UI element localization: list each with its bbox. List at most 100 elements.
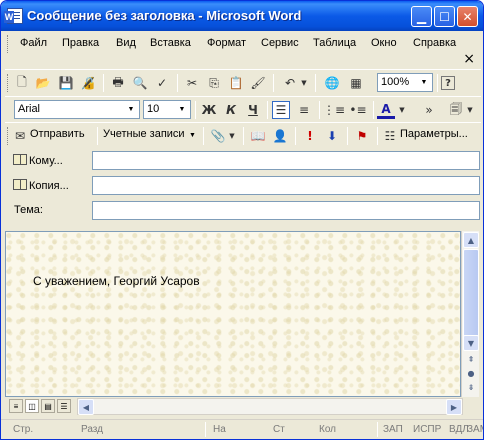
to-input[interactable] <box>92 151 480 170</box>
options-icon[interactable]: ☷ <box>383 127 397 145</box>
scroll-thumb[interactable] <box>463 249 479 349</box>
options-button[interactable]: Параметры... <box>400 128 468 140</box>
status-ovr[interactable]: ЗАМ <box>467 424 483 435</box>
subject-input[interactable] <box>92 201 480 220</box>
undo-icon[interactable]: ↶ <box>281 74 299 92</box>
menu-help[interactable]: Справка <box>413 37 456 49</box>
toolbar-options-icon[interactable]: » <box>423 101 435 119</box>
font-color-icon[interactable]: A <box>377 101 395 119</box>
maximize-button[interactable]: ☐ <box>434 6 455 27</box>
check-names-icon[interactable]: 👤 <box>271 127 289 145</box>
menu-tools[interactable]: Сервис <box>261 37 299 49</box>
high-importance-icon[interactable]: ! <box>301 127 319 145</box>
close-button[interactable]: ✕ <box>457 6 478 27</box>
font-size-dropdown-icon[interactable]: ▼ <box>175 102 189 117</box>
outline-view-icon[interactable]: ☰ <box>57 399 71 413</box>
underline-button[interactable]: Ч <box>244 101 262 119</box>
print-icon[interactable]: 🖶 <box>109 74 127 92</box>
copy-icon[interactable]: ⎘ <box>205 74 223 92</box>
cc-input[interactable] <box>92 176 480 195</box>
to-field-row: Кому... <box>5 149 481 173</box>
address-book-icon <box>13 179 27 190</box>
scroll-down-icon[interactable]: ▼ <box>463 335 479 351</box>
word-app-icon[interactable] <box>4 8 23 24</box>
format-painter-icon[interactable]: 🖌 <box>249 74 267 92</box>
menu-format[interactable]: Формат <box>207 37 246 49</box>
paste-icon[interactable]: 📋 <box>227 74 245 92</box>
status-ext[interactable]: ВДЛ <box>449 424 469 435</box>
low-importance-icon[interactable]: ⬇ <box>323 127 341 145</box>
cc-label-button[interactable]: Копия... <box>13 179 69 192</box>
cut-icon[interactable]: ✂ <box>183 74 201 92</box>
menu-table[interactable]: Таблица <box>313 37 356 49</box>
bold-button[interactable]: Ж <box>200 101 218 119</box>
vertical-scrollbar[interactable]: ▲ ▼ ⇞ ● ⇟ <box>461 231 479 397</box>
hyperlink-icon[interactable]: 🌐 <box>323 74 341 92</box>
menu-insert[interactable]: Вставка <box>150 37 191 49</box>
word-window: Сообщение без заголовка - Microsoft Word… <box>0 0 484 440</box>
font-dropdown-icon[interactable]: ▼ <box>124 102 138 117</box>
zoom-select[interactable]: 100% ▼ <box>377 73 433 92</box>
menu-window[interactable]: Окно <box>371 37 397 49</box>
save-icon[interactable]: 💾 <box>57 74 75 92</box>
status-rec[interactable]: ЗАП <box>383 424 403 435</box>
spelling-icon[interactable]: ✓ <box>153 74 171 92</box>
email-toolbar-grip[interactable] <box>7 127 10 145</box>
to-label-button[interactable]: Кому... <box>13 154 63 167</box>
font-size-select[interactable]: 10 ▼ <box>143 100 191 119</box>
cc-field-row: Копия... <box>5 174 481 198</box>
menu-file[interactable]: Файл <box>20 37 47 49</box>
new-document-icon[interactable]: 🗋 <box>13 74 31 92</box>
help-icon[interactable]: ? <box>441 76 455 90</box>
bulleted-list-icon[interactable]: •≡ <box>349 101 367 119</box>
toolbar-separator <box>195 101 196 119</box>
menu-view[interactable]: Вид <box>116 37 136 49</box>
signature-text[interactable]: С уважением, Георгий Усаров <box>33 274 200 288</box>
scroll-up-icon[interactable]: ▲ <box>463 232 479 248</box>
numbered-list-icon[interactable]: ⋮≡ <box>323 101 345 119</box>
toolbar-separator <box>267 101 268 119</box>
italic-button[interactable]: К <box>222 101 240 119</box>
window-title: Сообщение без заголовка - Microsoft Word <box>27 8 302 23</box>
document-close-icon[interactable]: × <box>463 51 475 67</box>
menu-edit[interactable]: Правка <box>62 37 99 49</box>
font-select[interactable]: Arial ▼ <box>14 100 140 119</box>
styles-dropdown-icon[interactable]: ▼ <box>465 101 475 119</box>
standard-toolbar-grip[interactable] <box>7 74 10 92</box>
title-bar[interactable]: Сообщение без заголовка - Microsoft Word… <box>1 1 483 31</box>
horizontal-scrollbar[interactable]: ◀ ▶ <box>77 398 463 415</box>
attach-dropdown-icon[interactable]: ▼ <box>227 127 237 145</box>
subject-field-row: Тема: <box>5 199 481 223</box>
toolbar-separator <box>295 127 296 145</box>
minimize-button[interactable]: ▁ <box>411 6 432 27</box>
align-center-icon[interactable]: ≡ <box>295 101 313 119</box>
permission-icon[interactable]: 🔏 <box>79 74 97 92</box>
styles-icon[interactable]: 🗐 <box>447 101 465 119</box>
status-section: Разд <box>81 424 103 435</box>
accounts-dropdown-icon[interactable]: ▼ <box>189 132 196 139</box>
open-folder-icon[interactable]: 📂 <box>34 74 52 92</box>
web-layout-view-icon[interactable]: ◫ <box>25 399 39 413</box>
toolbar-separator <box>373 101 374 119</box>
insert-table-icon[interactable]: ▦ <box>347 74 365 92</box>
align-left-icon[interactable]: ☰ <box>272 101 290 119</box>
scroll-left-icon[interactable]: ◀ <box>78 399 94 415</box>
print-layout-view-icon[interactable]: ▤ <box>41 399 55 413</box>
send-button[interactable]: Отправить <box>30 128 85 140</box>
scroll-right-icon[interactable]: ▶ <box>446 399 462 415</box>
follow-up-flag-icon[interactable]: ⚑ <box>353 127 371 145</box>
toolbar-separator <box>377 127 378 145</box>
status-trk[interactable]: ИСПР <box>413 424 441 435</box>
zoom-dropdown-icon[interactable]: ▼ <box>417 75 431 90</box>
font-color-dropdown-icon[interactable]: ▼ <box>397 101 407 119</box>
next-page-icon[interactable]: ⇟ <box>463 379 479 395</box>
normal-view-icon[interactable]: ≡ <box>9 399 23 413</box>
attach-file-icon[interactable]: 📎 <box>209 127 227 145</box>
send-icon[interactable]: ✉ <box>13 127 27 145</box>
print-preview-icon[interactable]: 🔍 <box>131 74 149 92</box>
accounts-button[interactable]: Учетные записи <box>103 128 185 140</box>
undo-dropdown-icon[interactable]: ▼ <box>299 74 309 92</box>
document-body[interactable]: С уважением, Георгий Усаров <box>5 231 461 397</box>
address-book-icon[interactable]: 📖 <box>249 127 267 145</box>
menu-grip[interactable] <box>7 35 10 53</box>
